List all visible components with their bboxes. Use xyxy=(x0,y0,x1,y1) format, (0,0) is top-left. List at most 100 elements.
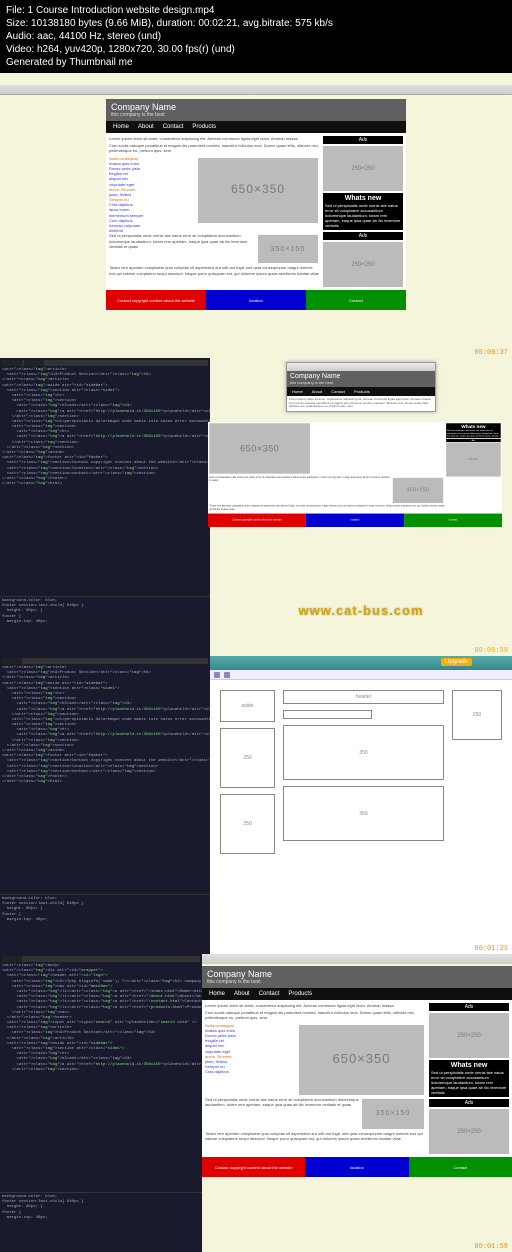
footer-green: Contact xyxy=(306,290,406,310)
lorem-4: Totam rem aperiam voluptatem quia volupt… xyxy=(109,265,320,275)
tagline: this company is the best xyxy=(111,112,401,118)
company-name: Company Name xyxy=(290,373,432,380)
ads-header: Ads xyxy=(429,1003,509,1011)
footer-blue: location xyxy=(206,290,306,310)
nav-contact[interactable]: Contact xyxy=(160,123,187,131)
nav-home[interactable]: Home xyxy=(206,990,228,998)
main-nav: Home About Contact Products xyxy=(202,988,512,1000)
ad-box-2: 250×250 xyxy=(323,242,403,287)
main-nav: Home About Contact Products xyxy=(287,387,435,396)
wf-box[interactable] xyxy=(283,710,372,719)
wf-right-col: 250 xyxy=(452,690,502,860)
upgrade-button[interactable]: Upgrade xyxy=(441,658,472,666)
editor-tabs xyxy=(2,360,208,366)
watermark: www.cat-bus.com xyxy=(298,603,423,618)
wf-toolbar: Upgrade xyxy=(210,656,512,670)
site-header: Company Name this company is the best xyxy=(106,99,406,121)
browser-chrome xyxy=(0,85,512,95)
placeholder-image-large: 650×350 xyxy=(209,423,310,473)
code-editor[interactable]: <attr">class="tag">body><attr">class="ta… xyxy=(0,954,202,1252)
timestamp: 00:00:37 xyxy=(474,349,508,357)
ads-header: Ads xyxy=(323,136,403,144)
nav-products[interactable]: Products xyxy=(285,990,315,998)
code-editor[interactable]: <attr">class="tag">article> <attr">class… xyxy=(0,358,210,656)
editor-tab[interactable] xyxy=(24,360,44,366)
site-body: Lorem ipsum dolor sit amet, consectetur … xyxy=(202,1000,512,1157)
wf-icon-row xyxy=(210,670,512,680)
whats-new: Whats new Sed ut perspiciatis unde omnis… xyxy=(429,1060,509,1097)
company-name: Company Name xyxy=(111,102,401,112)
list-item[interactable]: Cras dapibus xyxy=(205,1069,250,1074)
wf-left-col: aside 250 250 xyxy=(220,690,275,860)
nav-contact[interactable]: Contact xyxy=(256,990,283,998)
thumbnail-panel-2: <attr">class="tag">article> <attr">class… xyxy=(0,358,512,656)
lorem-2: Cum sociis natoque penatibus et magnis d… xyxy=(109,143,320,153)
nav-products[interactable]: Products xyxy=(189,123,219,131)
lorem-1: Lorem ipsum dolor sit amet, consectetur … xyxy=(109,136,320,141)
meta-gen: Generated by Thumbnail me xyxy=(6,56,506,69)
css-pane[interactable]: background-color: blue;footer section:la… xyxy=(0,596,210,656)
placeholder-image-small: 350×150 xyxy=(393,478,443,503)
wf-box[interactable]: 350 xyxy=(283,725,444,780)
whats-new-text: Sed ut perspiciatis unde omnis iste natu… xyxy=(325,203,401,228)
video-metadata: File: 1 Course Introduction website desi… xyxy=(0,0,512,73)
nav-home[interactable]: Home xyxy=(110,123,132,131)
whats-new-text: Sed ut perspiciatis unde omnis iste natu… xyxy=(431,1070,507,1095)
footer-red: Contact copyright content about the webs… xyxy=(208,513,306,526)
ad-box: 250×250 xyxy=(446,443,501,477)
nav-about[interactable]: About xyxy=(135,123,157,131)
editor-content[interactable]: <attr">class="tag">article> <attr">class… xyxy=(2,368,208,487)
timestamp: 00:00:59 xyxy=(474,647,508,655)
editor-content[interactable]: <attr">class="tag">body><attr">class="ta… xyxy=(2,964,200,1073)
site-body: Lorem ipsum dolor sit amet, consectetur … xyxy=(106,133,406,290)
editor-tab[interactable] xyxy=(2,956,22,962)
code-editor[interactable]: <attr">class="tag">article> <attr">class… xyxy=(0,656,210,954)
timestamp: 00:01:21 xyxy=(474,945,508,953)
nav-contact[interactable]: Contact xyxy=(328,388,348,395)
ads-header-2: Ads xyxy=(323,232,403,240)
wf-box[interactable]: 250 xyxy=(220,728,275,788)
css-pane[interactable]: background-color: blue;footer section:la… xyxy=(0,1192,202,1252)
bg-preview: 650×350 350×150 Sed ut perspiciatis unde… xyxy=(210,418,512,672)
lorem-4: Totam rem aperiam voluptatem quia volupt… xyxy=(209,505,445,512)
whats-new-text: Sed ut perspiciatis unde omnis iste natu… xyxy=(447,430,500,438)
site-header: Company Name this company is the best xyxy=(202,966,512,988)
editor-tab[interactable] xyxy=(2,360,22,366)
wf-box[interactable]: 250 xyxy=(452,690,502,740)
footer-red: Contact copyright content about the webs… xyxy=(202,1157,305,1177)
ad-box-1: 250×250 xyxy=(323,146,403,191)
footer-green: Contact xyxy=(409,1157,512,1177)
css-pane[interactable]: background-color: blue;footer section:la… xyxy=(0,894,210,954)
wf-header-box[interactable]: header xyxy=(283,690,444,704)
placeholder-image-large: 650×350 xyxy=(299,1025,424,1095)
whats-new-title: Whats new xyxy=(431,1062,507,1069)
link-list: Nulla consequat massa quis enim Donec pe… xyxy=(109,156,154,234)
wf-box[interactable]: aside xyxy=(220,690,275,722)
nav-home[interactable]: Home xyxy=(289,388,306,395)
wf-box[interactable]: 350 xyxy=(283,786,444,841)
tagline: this company is the best xyxy=(290,380,432,385)
thumbnail-panel-1: Company Name this company is the best Ho… xyxy=(0,73,512,358)
nav-about[interactable]: About xyxy=(309,388,325,395)
placeholder-image-small: 350×150 xyxy=(362,1099,424,1129)
editor-content[interactable]: <attr">class="tag">article> <attr">class… xyxy=(2,666,208,785)
footer-blue: location xyxy=(306,513,404,526)
meta-size: Size: 10138180 bytes (9.66 MiB), duratio… xyxy=(6,17,506,30)
main-content: Lorem ipsum dolor sit amet, consectetur … xyxy=(109,136,320,287)
tool-icon[interactable] xyxy=(224,672,230,678)
timestamp: 00:01:59 xyxy=(474,1243,508,1251)
main-content: Lorem ipsum dolor sit amet, consectetur … xyxy=(205,1003,426,1154)
lorem-2: Cum sociis natoque penatibus et magnis d… xyxy=(289,402,433,409)
small-window: Company Name this company is the best Ho… xyxy=(286,362,436,412)
lorem-2: Cum sociis natoque penatibus et magnis d… xyxy=(205,1010,426,1020)
nav-about[interactable]: About xyxy=(231,990,253,998)
window-titlebar xyxy=(287,363,435,371)
nav-products[interactable]: Products xyxy=(351,388,373,395)
sidebar: Ads 250×250 Whats new Sed ut perspiciati… xyxy=(429,1003,509,1154)
wf-box[interactable]: 250 xyxy=(220,794,275,854)
ad-box-2: 250×250 xyxy=(429,1109,509,1154)
wf-canvas[interactable]: aside 250 250 header 350 350 250 xyxy=(210,680,512,870)
editor-tab[interactable] xyxy=(2,658,22,664)
tool-icon[interactable] xyxy=(214,672,220,678)
wf-mid-col: header 350 350 xyxy=(283,690,444,860)
